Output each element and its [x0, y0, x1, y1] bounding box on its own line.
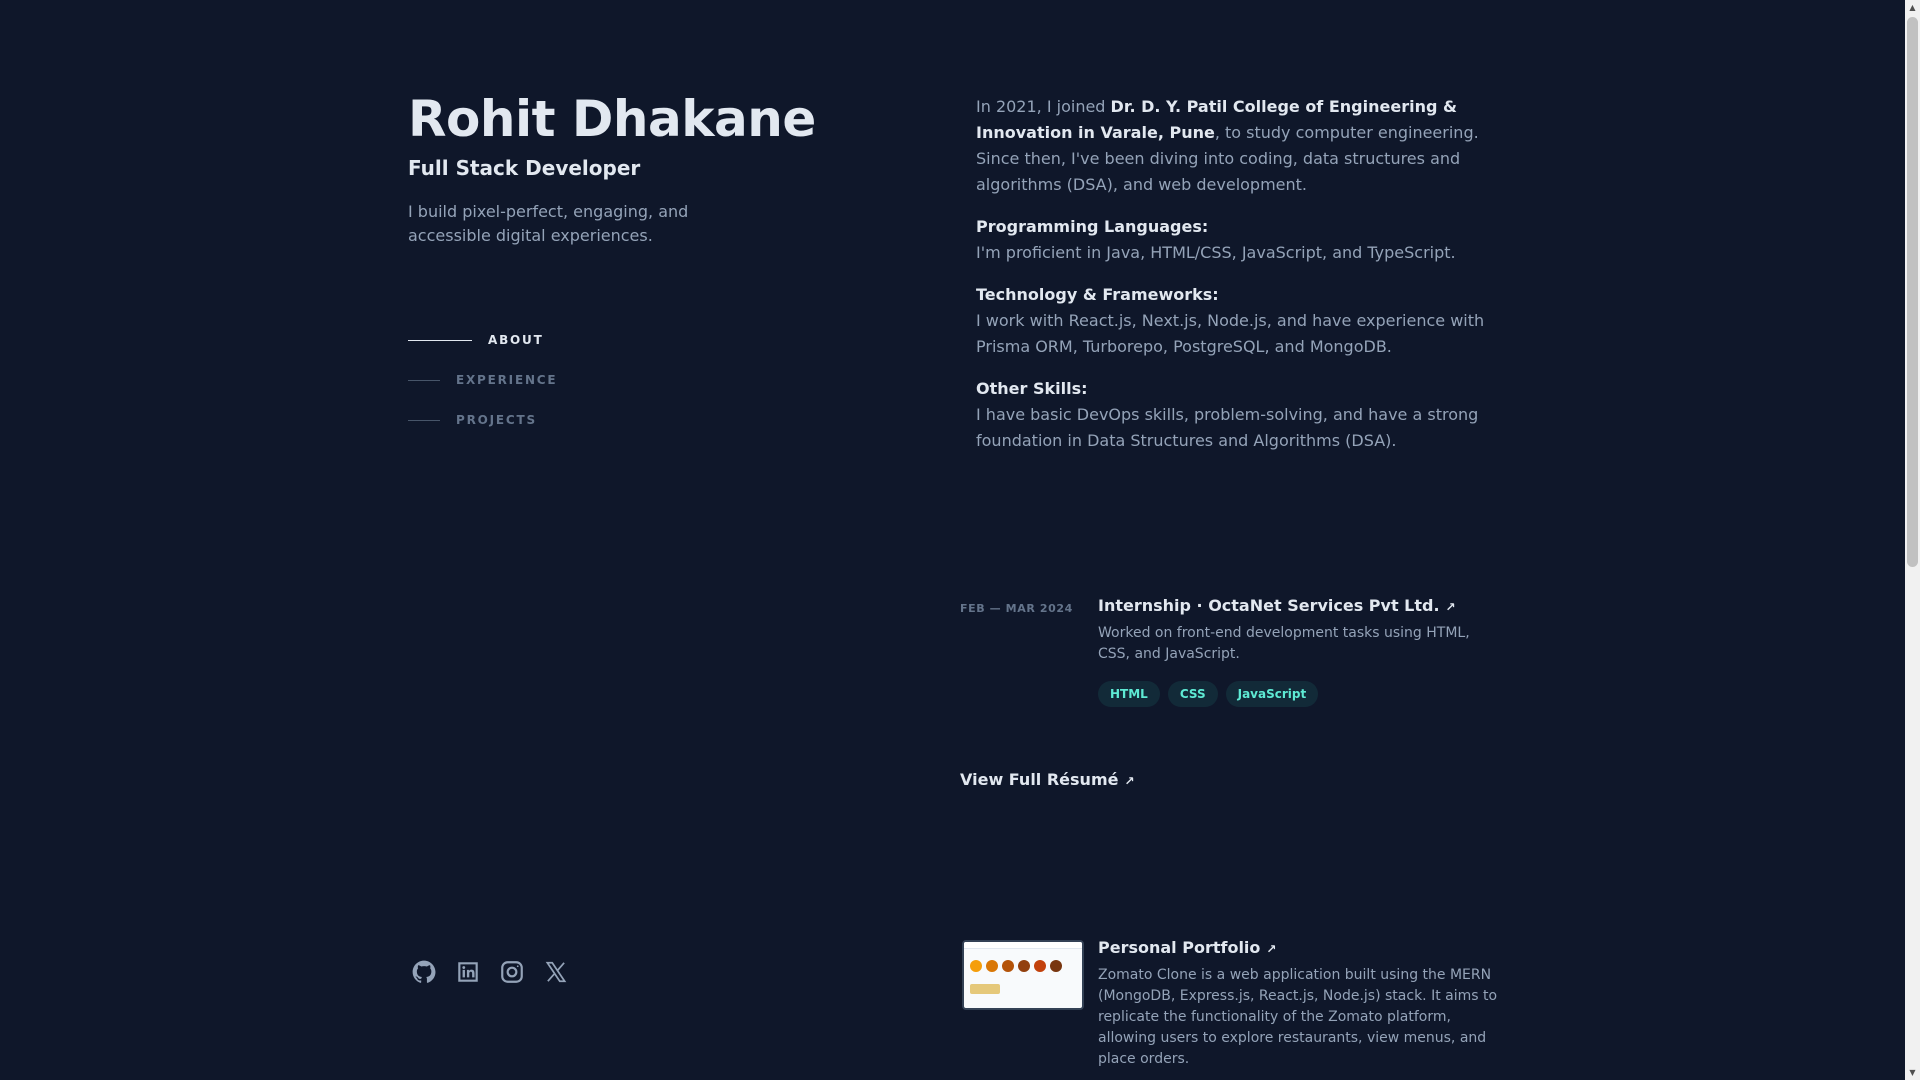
intro-prefix: In 2021, I joined — [976, 97, 1111, 116]
sidebar: Rohit Dhakane Full Stack Developer I bui… — [408, 0, 928, 1080]
thumbnail-banner — [970, 984, 1000, 994]
frameworks-block: Technology & Frameworks: I work with Rea… — [976, 282, 1486, 360]
scrollbar[interactable]: ▲ ▼ — [1905, 0, 1920, 1080]
frameworks-text: I work with React.js, Next.js, Node.js, … — [976, 311, 1485, 356]
nav-label: PROJECTS — [456, 413, 537, 427]
languages-text: I'm proficient in Java, HTML/CSS, JavaSc… — [976, 243, 1456, 262]
project-title: Personal Portfolio — [1098, 938, 1261, 957]
instagram-link[interactable] — [498, 958, 526, 986]
view-resume-link[interactable]: View Full Résumé ↗ — [960, 770, 1135, 789]
scroll-down-icon[interactable]: ▼ — [1905, 1065, 1920, 1080]
x-link[interactable] — [542, 958, 570, 986]
role-title: Full Stack Developer — [408, 156, 641, 180]
nav-indicator — [408, 339, 472, 341]
page-title: Rohit Dhakane — [408, 90, 816, 148]
project-description: Zomato Clone is a web application built … — [1098, 967, 1498, 1067]
other-skills-block: Other Skills: I have basic DevOps skills… — [976, 376, 1486, 454]
github-icon — [412, 960, 436, 983]
nav-item-projects[interactable]: PROJECTS — [408, 400, 557, 440]
nav-indicator — [408, 379, 440, 381]
tag-list: HTML CSS JavaScript — [1098, 681, 1498, 707]
project-thumbnail — [962, 940, 1084, 1010]
nav-indicator — [408, 419, 440, 421]
scroll-up-icon[interactable]: ▲ — [1905, 0, 1920, 15]
linkedin-icon — [458, 962, 478, 982]
page: Rohit Dhakane Full Stack Developer I bui… — [0, 0, 1920, 1080]
thumbnail-food-circle — [986, 960, 998, 972]
x-icon — [545, 961, 567, 983]
languages-heading: Programming Languages: — [976, 217, 1209, 236]
scrollbar-thumb[interactable] — [1907, 17, 1918, 567]
nav-item-experience[interactable]: EXPERIENCE — [408, 360, 557, 400]
thumbnail-food-circle — [1018, 960, 1030, 972]
nav-label: ABOUT — [488, 333, 544, 347]
tagline: I build pixel-perfect, engaging, and acc… — [408, 202, 689, 245]
about-intro: In 2021, I joined Dr. D. Y. Patil Colleg… — [976, 94, 1486, 198]
tag: CSS — [1167, 681, 1218, 707]
project-title-link[interactable]: Personal Portfolio ↗ — [1098, 938, 1498, 957]
languages-block: Programming Languages: I'm proficient in… — [976, 214, 1486, 266]
social-links — [410, 958, 570, 986]
thumbnail-food-circle — [1050, 960, 1062, 972]
experience-title: Internship · OctaNet Services Pvt Ltd. — [1098, 596, 1440, 615]
thumbnail-food-circle — [1034, 960, 1046, 972]
github-link[interactable] — [410, 958, 438, 986]
instagram-icon — [501, 961, 523, 983]
tag: JavaScript — [1225, 681, 1319, 707]
experience-body: Internship · OctaNet Services Pvt Ltd. ↗ … — [1098, 596, 1498, 707]
external-arrow-icon: ↗ — [1445, 600, 1456, 614]
section-nav: ABOUT EXPERIENCE PROJECTS — [408, 320, 557, 440]
thumbnail-navbar — [964, 942, 1082, 949]
other-skills-heading: Other Skills: — [976, 379, 1088, 398]
tag: HTML — [1098, 681, 1160, 707]
experience-date: FEB — MAR 2024 — [960, 602, 1073, 615]
nav-item-about[interactable]: ABOUT — [408, 320, 557, 360]
external-arrow-icon: ↗ — [1124, 774, 1135, 788]
experience-title-link[interactable]: Internship · OctaNet Services Pvt Ltd. ↗ — [1098, 596, 1498, 615]
linkedin-link[interactable] — [454, 958, 482, 986]
about-section: In 2021, I joined Dr. D. Y. Patil Colleg… — [976, 94, 1486, 470]
resume-label: View Full Résumé — [960, 770, 1119, 789]
frameworks-heading: Technology & Frameworks: — [976, 285, 1219, 304]
thumbnail-food-circle — [970, 960, 982, 972]
external-arrow-icon: ↗ — [1266, 942, 1277, 956]
project-body: Personal Portfolio ↗ Zomato Clone is a we… — [1098, 938, 1498, 1070]
nav-label: EXPERIENCE — [456, 373, 558, 387]
project-item[interactable]: Personal Portfolio ↗ Zomato Clone is a we… — [960, 938, 1500, 1068]
thumbnail-food-circle — [1002, 960, 1014, 972]
other-skills-text: I have basic DevOps skills, problem-solv… — [976, 405, 1479, 450]
experience-description: Worked on front-end development tasks us… — [1098, 625, 1470, 662]
